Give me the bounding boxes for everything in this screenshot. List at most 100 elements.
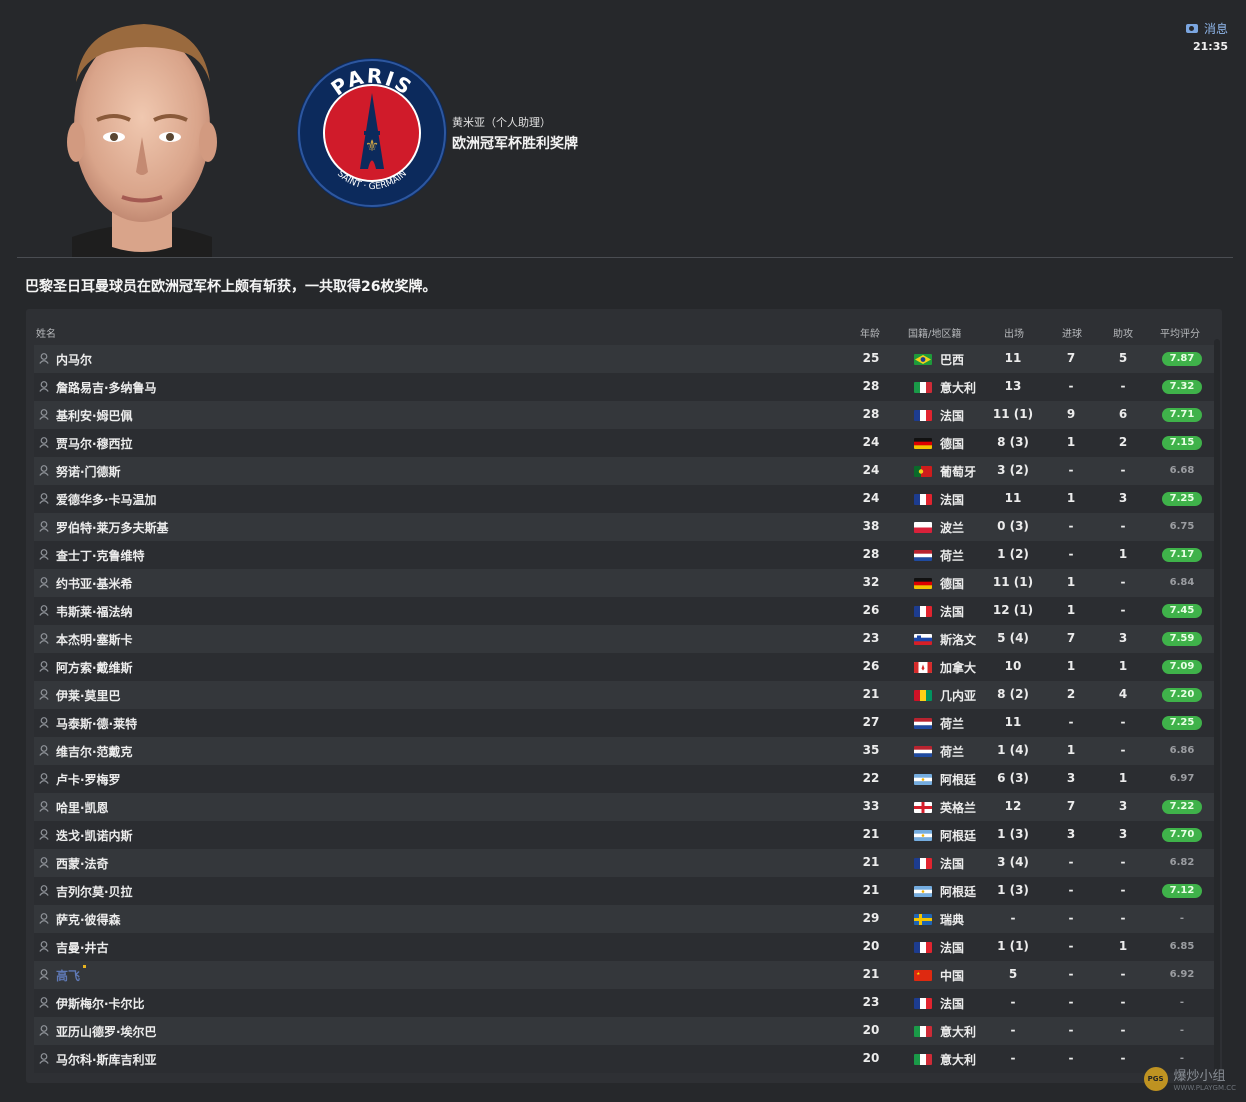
table-row[interactable]: 迭戈·凯诺内斯 21 阿根廷 1 (3) 3 3 7.70 — [34, 821, 1214, 849]
player-name[interactable]: 吉列尔莫·贝拉 — [56, 883, 133, 900]
player-assists: 1 — [1118, 771, 1128, 785]
table-row[interactable]: 贾马尔·穆西拉 24 德国 8 (3) 1 2 7.15 — [34, 429, 1214, 457]
table-row[interactable]: 吉曼·井古 20 法国 1 (1) - 1 6.85 — [34, 933, 1214, 961]
player-name[interactable]: 内马尔 — [56, 351, 92, 368]
col-assists[interactable]: 助攻 — [1113, 325, 1133, 340]
player-name[interactable]: 西蒙·法奇 — [56, 855, 109, 872]
player-nation: 荷兰 — [940, 717, 965, 731]
germany-flag-icon — [914, 438, 932, 449]
player-name[interactable]: 吉曼·井古 — [56, 939, 109, 956]
table-row[interactable]: 内马尔 25 巴西 11 7 5 7.87 — [34, 345, 1214, 373]
player-name[interactable]: 伊斯梅尔·卡尔比 — [56, 995, 145, 1012]
news-byline: 黄米亚（个人助理） — [452, 116, 551, 129]
player-apps: 1 (4) — [997, 743, 1029, 757]
netherlands-flag-icon — [914, 746, 932, 757]
player-name[interactable]: 卢卡·罗梅罗 — [56, 771, 121, 788]
player-rating: 6.97 — [1169, 773, 1195, 784]
table-row[interactable]: 努诺·门德斯 24 葡萄牙 3 (2) - - 6.68 — [34, 457, 1214, 485]
player-name[interactable]: 伊莱·莫里巴 — [56, 687, 121, 704]
argentina-flag-icon — [914, 774, 932, 785]
player-name[interactable]: 马尔科·斯库吉利亚 — [56, 1051, 157, 1068]
player-assists: 3 — [1118, 631, 1128, 645]
player-name[interactable]: 贾马尔·穆西拉 — [56, 435, 133, 452]
player-goals: - — [1068, 855, 1074, 869]
col-name[interactable]: 姓名 — [36, 325, 56, 340]
person-icon — [39, 941, 49, 952]
player-goals: 7 — [1066, 799, 1076, 813]
table-row[interactable]: 亚历山德罗·埃尔巴 20 意大利 - - - - — [34, 1017, 1214, 1045]
col-apps[interactable]: 出场 — [1004, 325, 1024, 340]
col-age[interactable]: 年龄 — [860, 325, 880, 340]
player-apps: 12 — [1004, 799, 1022, 813]
table-row[interactable]: 卢卡·罗梅罗 22 阿根廷 6 (3) 3 1 6.97 — [34, 765, 1214, 793]
table-row[interactable]: 爱德华多·卡马温加 24 法国 11 1 3 7.25 — [34, 485, 1214, 513]
player-name[interactable]: 查士丁·克鲁维特 — [56, 547, 145, 564]
table-row[interactable]: 萨克·彼得森 29 瑞典 - - - - — [34, 905, 1214, 933]
player-name[interactable]: 迭戈·凯诺内斯 — [56, 827, 133, 844]
table-row[interactable]: 伊莱·莫里巴 21 几内亚 8 (2) 2 4 7.20 — [34, 681, 1214, 709]
col-goals[interactable]: 进球 — [1062, 325, 1082, 340]
player-name[interactable]: 高飞 — [56, 967, 80, 984]
person-icon — [39, 465, 49, 476]
player-assists: - — [1120, 911, 1126, 925]
player-name[interactable]: 罗伯特·莱万多夫斯基 — [56, 519, 169, 536]
player-name[interactable]: 马泰斯·德·莱特 — [56, 715, 137, 732]
player-goals: - — [1068, 883, 1074, 897]
table-row[interactable]: 哈里·凯恩 33 英格兰 12 7 3 7.22 — [34, 793, 1214, 821]
player-name[interactable]: 维吉尔·范戴克 — [56, 743, 133, 760]
scrollbar[interactable] — [1214, 339, 1220, 1079]
player-assists: - — [1120, 379, 1126, 393]
player-name[interactable]: 爱德华多·卡马温加 — [56, 491, 157, 508]
player-name[interactable]: 韦斯莱·福法纳 — [56, 603, 133, 620]
england-flag-icon — [914, 802, 932, 813]
player-apps: 3 (4) — [997, 855, 1029, 869]
table-row[interactable]: 吉列尔莫·贝拉 21 阿根廷 1 (3) - - 7.12 — [34, 877, 1214, 905]
player-rating: 7.22 — [1162, 800, 1202, 814]
table-row[interactable]: 阿方索·戴维斯 26 加拿大 10 1 1 7.09 — [34, 653, 1214, 681]
player-age: 27 — [862, 715, 880, 729]
player-nation: 瑞典 — [940, 913, 965, 927]
player-rating: 7.20 — [1162, 688, 1202, 702]
player-rating: - — [1179, 913, 1185, 924]
player-name[interactable]: 萨克·彼得森 — [56, 911, 121, 928]
table-row[interactable]: 西蒙·法奇 21 法国 3 (4) - - 6.82 — [34, 849, 1214, 877]
brazil-flag-icon — [914, 354, 932, 365]
col-nation[interactable]: 国籍/地区籍 — [908, 325, 961, 340]
player-name[interactable]: 詹路易吉·多纳鲁马 — [56, 379, 157, 396]
player-goals: - — [1068, 1023, 1074, 1037]
player-name[interactable]: 努诺·门德斯 — [56, 463, 121, 480]
player-name[interactable]: 本杰明·塞斯卡 — [56, 631, 133, 648]
table-row[interactable]: 韦斯莱·福法纳 26 法国 12 (1) 1 - 7.45 — [34, 597, 1214, 625]
player-goals: - — [1068, 463, 1074, 477]
table-row[interactable]: 罗伯特·莱万多夫斯基 38 波兰 0 (3) - - 6.75 — [34, 513, 1214, 541]
table-row[interactable]: 马尔科·斯库吉利亚 20 意大利 - - - - — [34, 1045, 1214, 1073]
player-name[interactable]: 亚历山德罗·埃尔巴 — [56, 1023, 157, 1040]
svg-text:★: ★ — [916, 971, 920, 977]
player-apps: 11 — [1004, 491, 1022, 505]
player-assists: - — [1120, 855, 1126, 869]
player-apps: 11 (1) — [992, 575, 1034, 589]
player-age: 28 — [862, 379, 880, 393]
table-row[interactable]: 詹路易吉·多纳鲁马 28 意大利 13 - - 7.32 — [34, 373, 1214, 401]
table-row[interactable]: 马泰斯·德·莱特 27 荷兰 11 - - 7.25 — [34, 709, 1214, 737]
player-nation: 法国 — [940, 409, 965, 423]
table-row[interactable]: 伊斯梅尔·卡尔比 23 法国 - - - - — [34, 989, 1214, 1017]
table-row[interactable]: 约书亚·基米希 32 德国 11 (1) 1 - 6.84 — [34, 569, 1214, 597]
player-apps: 11 — [1004, 715, 1022, 729]
table-row[interactable]: 查士丁·克鲁维特 28 荷兰 1 (2) - 1 7.17 — [34, 541, 1214, 569]
club-badge: ⚜ PARIS SAINT · GERMAIN — [296, 57, 448, 209]
player-age: 32 — [862, 575, 880, 589]
table-row[interactable]: 本杰明·塞斯卡 23 斯洛文 5 (4) 7 3 7.59 — [34, 625, 1214, 653]
player-rating: 6.84 — [1169, 577, 1195, 588]
player-name[interactable]: 阿方索·戴维斯 — [56, 659, 133, 676]
messages-button[interactable]: 消息 — [1185, 20, 1228, 37]
player-name[interactable]: 哈里·凯恩 — [56, 799, 109, 816]
col-rating[interactable]: 平均评分 — [1160, 325, 1200, 340]
table-row[interactable]: 高飞 21 ★ 中国 5 - - 6.92 — [34, 961, 1214, 989]
table-row[interactable]: 维吉尔·范戴克 35 荷兰 1 (4) 1 - 6.86 — [34, 737, 1214, 765]
person-icon — [39, 549, 49, 560]
player-name[interactable]: 基利安·姆巴佩 — [56, 407, 133, 424]
player-name[interactable]: 约书亚·基米希 — [56, 575, 133, 592]
table-row[interactable]: 基利安·姆巴佩 28 法国 11 (1) 9 6 7.71 — [34, 401, 1214, 429]
player-age: 24 — [862, 435, 880, 449]
